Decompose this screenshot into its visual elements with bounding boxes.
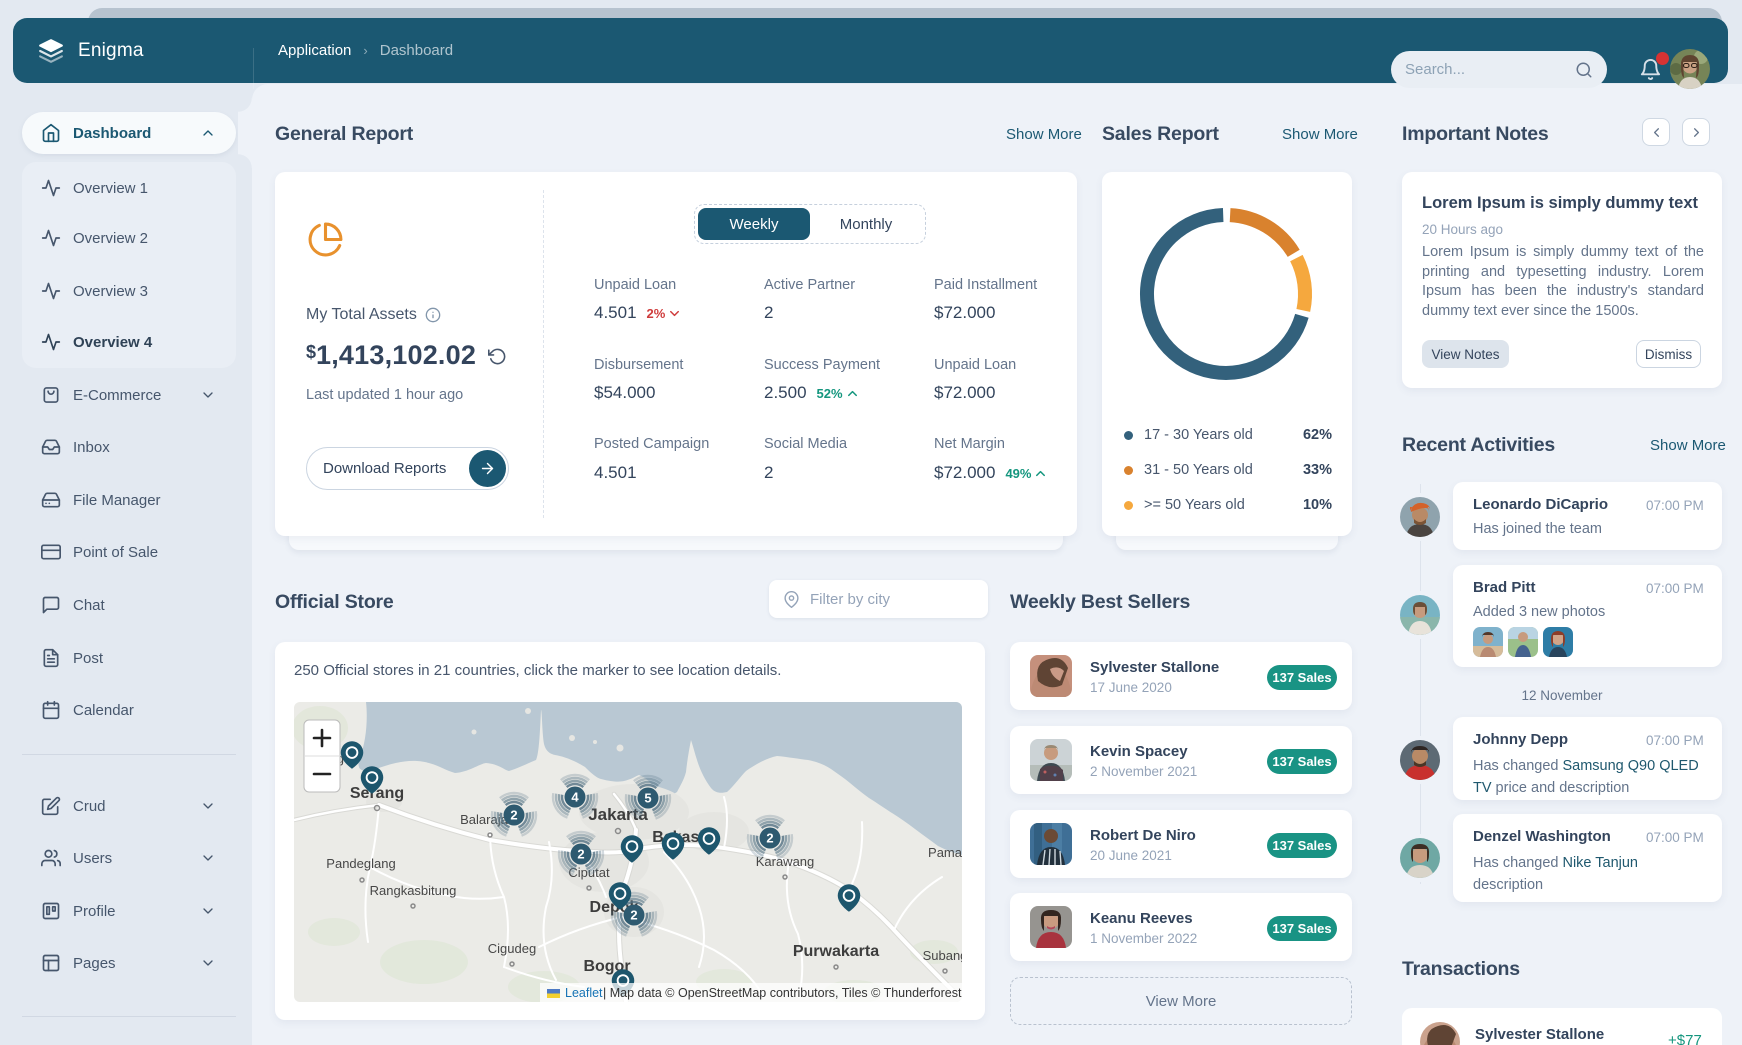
svg-text:Subang: Subang — [923, 948, 962, 963]
svg-text:Pama: Pama — [928, 845, 962, 860]
svg-text:Karawang: Karawang — [756, 854, 815, 869]
svg-text:2: 2 — [766, 831, 773, 846]
svg-text:Cigudeg: Cigudeg — [488, 941, 536, 956]
svg-text:Leaflet: Leaflet — [565, 986, 603, 1000]
svg-text:Purwakarta: Purwakarta — [793, 943, 879, 960]
svg-text:4: 4 — [571, 790, 579, 805]
svg-text:2: 2 — [510, 808, 517, 823]
svg-text:2: 2 — [577, 847, 584, 862]
svg-text:Pandeglang: Pandeglang — [326, 856, 395, 871]
svg-text:| Map data © OpenStreetMap con: | Map data © OpenStreetMap contributors,… — [603, 986, 962, 1000]
svg-text:5: 5 — [644, 791, 651, 806]
svg-text:2: 2 — [630, 908, 637, 923]
svg-text:Rangkasbitung: Rangkasbitung — [370, 883, 457, 898]
